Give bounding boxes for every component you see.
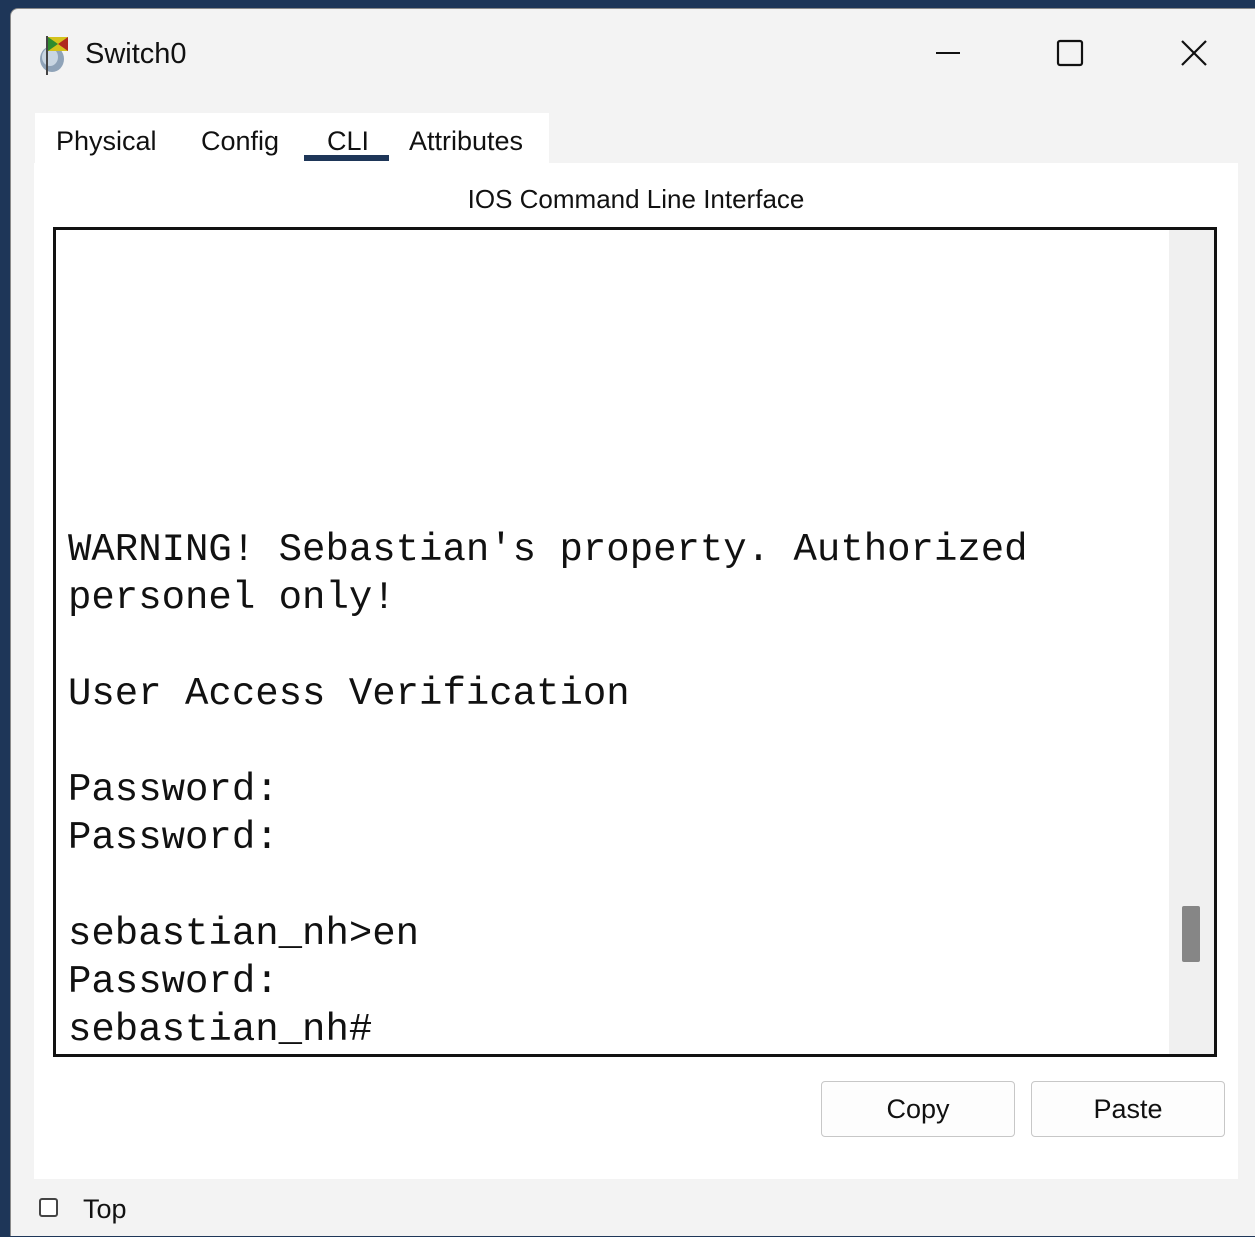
tab-bar: Physical Config CLI Attributes [35, 113, 549, 163]
title-bar[interactable]: Switch0 [11, 9, 1255, 97]
active-tab-indicator [304, 155, 389, 161]
panel-title: IOS Command Line Interface [467, 184, 805, 214]
paste-button[interactable]: Paste [1031, 1081, 1225, 1137]
maximize-button[interactable] [1035, 27, 1105, 79]
terminal-line: Password: [68, 960, 279, 1004]
tab-physical[interactable]: Physical [56, 125, 157, 157]
minimize-button[interactable] [913, 27, 983, 79]
vertical-scrollbar[interactable] [1169, 230, 1214, 1054]
close-button[interactable] [1159, 27, 1229, 79]
tab-cli[interactable]: CLI [327, 125, 369, 157]
copy-button[interactable]: Copy [821, 1081, 1015, 1137]
terminal-line: Password: [68, 816, 279, 860]
terminal-line: sebastian_nh# [68, 1008, 373, 1052]
top-checkbox-label[interactable]: Top [83, 1193, 127, 1225]
footer-bar: Top [11, 1179, 1255, 1237]
terminal-console[interactable]: WARNING! Sebastian's property. Authorize… [53, 227, 1217, 1057]
terminal-line: sebastian_nh>en [68, 912, 420, 956]
terminal-line: WARNING! Sebastian's property. Authorize… [68, 528, 1028, 572]
terminal-line: Password: [68, 768, 279, 812]
terminal-line: User Access Verification [68, 672, 630, 716]
terminal-line: personel only! [68, 576, 396, 620]
window-title: Switch0 [85, 38, 187, 70]
tab-config[interactable]: Config [201, 125, 279, 157]
minimize-icon [936, 52, 960, 54]
maximize-icon [1056, 39, 1084, 67]
cli-panel: IOS Command Line Interface WARNING! Seba… [34, 163, 1238, 1179]
top-checkbox[interactable] [39, 1198, 58, 1217]
switch-device-icon [34, 35, 76, 77]
device-window: Switch0 Physical Config CLI Attributes I… [10, 8, 1255, 1236]
tab-attributes[interactable]: Attributes [409, 125, 523, 157]
scrollbar-thumb[interactable] [1182, 906, 1200, 962]
terminal-output[interactable]: WARNING! Sebastian's property. Authorize… [68, 230, 1168, 1054]
close-icon [1181, 40, 1207, 66]
